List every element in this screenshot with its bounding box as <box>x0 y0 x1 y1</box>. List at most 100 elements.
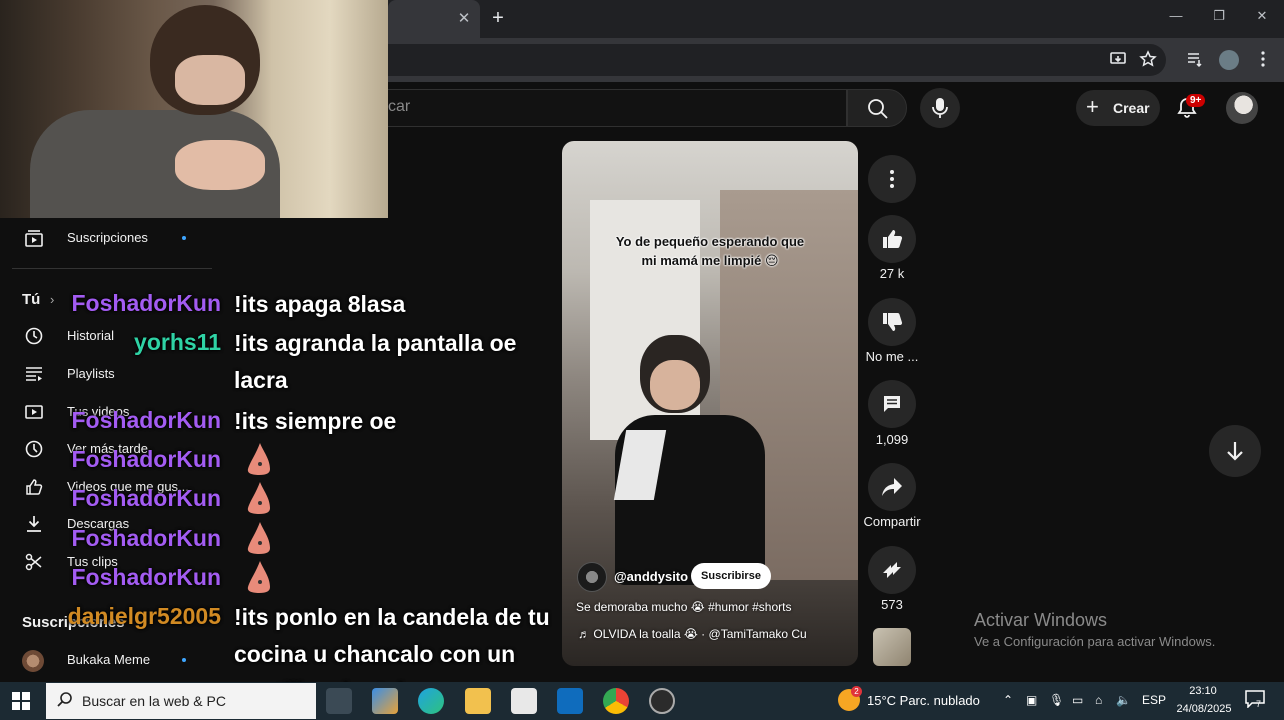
voice-search-button[interactable] <box>920 88 960 128</box>
sidebar-item-label: Historial <box>67 328 114 343</box>
share-button[interactable] <box>868 463 916 511</box>
subscriptions-icon <box>24 228 44 248</box>
clock-time[interactable]: 23:10 <box>1186 685 1220 697</box>
sidebar-item-playlists[interactable]: Playlists <box>0 358 232 390</box>
weather-alert-badge: 2 <box>851 686 862 697</box>
sidebar-item-label: Suscripciones <box>67 230 148 245</box>
tab-close-icon[interactable]: ✕ <box>456 9 472 27</box>
address-bar[interactable] <box>388 44 1166 76</box>
task-view-icon[interactable] <box>326 688 352 714</box>
like-count: 27 k <box>879 266 905 281</box>
pink-emote-icon <box>247 522 270 554</box>
chat-username: FoshadorKun <box>71 290 222 316</box>
webcam-person-hands <box>175 140 265 190</box>
sidebar-divider <box>12 268 212 269</box>
new-tab-button[interactable]: + <box>488 7 508 29</box>
search-placeholder: car <box>388 98 411 115</box>
profile-icon[interactable] <box>1219 50 1239 70</box>
dislike-button[interactable] <box>868 298 916 346</box>
search-icon <box>56 691 74 714</box>
chat-username: yorhs11 <box>134 329 221 355</box>
file-explorer-icon[interactable] <box>465 688 491 714</box>
sidebar-section-you[interactable]: Tú <box>22 291 40 308</box>
pink-emote-icon <box>247 482 270 514</box>
chevron-up-icon[interactable]: ⌃ <box>1003 693 1013 707</box>
activate-windows-subtitle: Ve a Configuración para activar Windows. <box>974 634 1216 649</box>
taskbar-search-placeholder: Buscar en la web & PC <box>82 693 226 709</box>
dislike-label: No me ... <box>865 349 919 364</box>
sidebar-item-subscriptions[interactable]: Suscripciones <box>0 222 232 254</box>
like-button[interactable] <box>868 215 916 263</box>
microsoft-store-icon[interactable] <box>511 688 537 714</box>
channel-avatar[interactable] <box>577 562 607 592</box>
next-video-button[interactable] <box>1209 425 1261 477</box>
edge-browser-icon[interactable] <box>418 688 444 714</box>
clips-icon <box>24 552 44 572</box>
video-person-face <box>650 360 700 410</box>
weather-text[interactable]: 15°C Parc. nublado <box>867 693 980 708</box>
download-icon <box>24 514 44 534</box>
reading-list-icon[interactable] <box>1185 50 1205 70</box>
remix-icon <box>883 562 901 578</box>
network-icon[interactable]: ⌂ <box>1095 693 1102 707</box>
kebab-icon <box>890 170 894 188</box>
language-indicator[interactable]: ESP <box>1142 693 1166 707</box>
notification-count: 7 <box>1256 699 1262 709</box>
share-arrow-icon <box>882 478 902 496</box>
new-content-dot <box>182 658 186 662</box>
chat-username: FoshadorKun <box>71 564 222 590</box>
sidebar-item-label: Playlists <box>67 366 115 381</box>
restore-button[interactable]: ❐ <box>1207 8 1231 28</box>
thumbs-up-icon <box>883 230 903 249</box>
thumbs-down-icon <box>883 312 903 331</box>
webcam-person-face <box>175 55 245 105</box>
pink-emote-icon <box>247 443 270 475</box>
bookmark-star-icon[interactable] <box>1138 50 1158 70</box>
notification-center-icon[interactable]: 7 <box>1244 690 1266 712</box>
remix-count: 573 <box>881 597 903 612</box>
subscribe-button[interactable]: Suscribirse <box>691 563 771 589</box>
account-avatar[interactable] <box>1226 92 1258 124</box>
chevron-right-icon: › <box>50 292 55 307</box>
copilot-icon[interactable] <box>372 688 398 714</box>
search-button[interactable] <box>847 89 907 127</box>
camera-icon[interactable]: ▣ <box>1026 693 1037 707</box>
chat-username: FoshadorKun <box>71 485 222 511</box>
battery-icon[interactable]: ▭ <box>1072 693 1083 707</box>
remix-button[interactable] <box>868 546 916 594</box>
liked-videos-icon <box>24 477 44 497</box>
video-caption-text: Yo de pequeño esperando que mi mamá me l… <box>615 234 805 268</box>
chat-message: !its siempre oe <box>234 408 397 434</box>
comment-count: 1,099 <box>875 432 909 447</box>
your-videos-icon <box>24 402 44 422</box>
create-button[interactable]: + Crear <box>1076 90 1160 126</box>
volume-icon[interactable]: 🔈 <box>1116 693 1131 707</box>
video-sound-label[interactable]: ♬ OLVIDA la toalla 😭 · @TamiTamako Cu <box>578 627 846 641</box>
activate-windows-title: Activar Windows <box>974 610 1108 630</box>
chat-username: FoshadorKun <box>71 525 222 551</box>
minimize-button[interactable]: — <box>1164 8 1188 28</box>
chrome-icon[interactable] <box>603 688 629 714</box>
install-app-icon[interactable] <box>1108 50 1128 70</box>
windows-start-icon[interactable] <box>12 692 30 710</box>
obs-icon[interactable] <box>649 688 675 714</box>
comment-icon <box>884 396 900 412</box>
microphone-icon[interactable]: 🎙 <box>1049 693 1064 707</box>
playlist-icon <box>24 364 44 384</box>
search-icon <box>868 99 888 119</box>
more-options-button[interactable] <box>868 155 916 203</box>
chat-message: !its agranda la pantalla oe lacra <box>234 330 517 393</box>
close-window-button[interactable]: ✕ <box>1250 8 1274 28</box>
clock-date[interactable]: 24/08/2025 <box>1172 703 1236 715</box>
sidebar-item-label: Bukaka Meme <box>67 652 151 667</box>
sound-thumbnail[interactable] <box>873 628 911 666</box>
outlook-icon[interactable] <box>557 688 583 714</box>
channel-name[interactable]: @anddysito <box>614 569 688 584</box>
pink-emote-icon <box>247 561 270 593</box>
create-label: Crear <box>1113 100 1150 116</box>
comments-button[interactable] <box>868 380 916 428</box>
menu-kebab-icon[interactable] <box>1253 50 1273 70</box>
video-description[interactable]: Se demoraba mucho 😭 #humor #shorts <box>576 600 791 614</box>
search-input[interactable] <box>388 89 847 127</box>
new-content-dot <box>182 236 186 240</box>
